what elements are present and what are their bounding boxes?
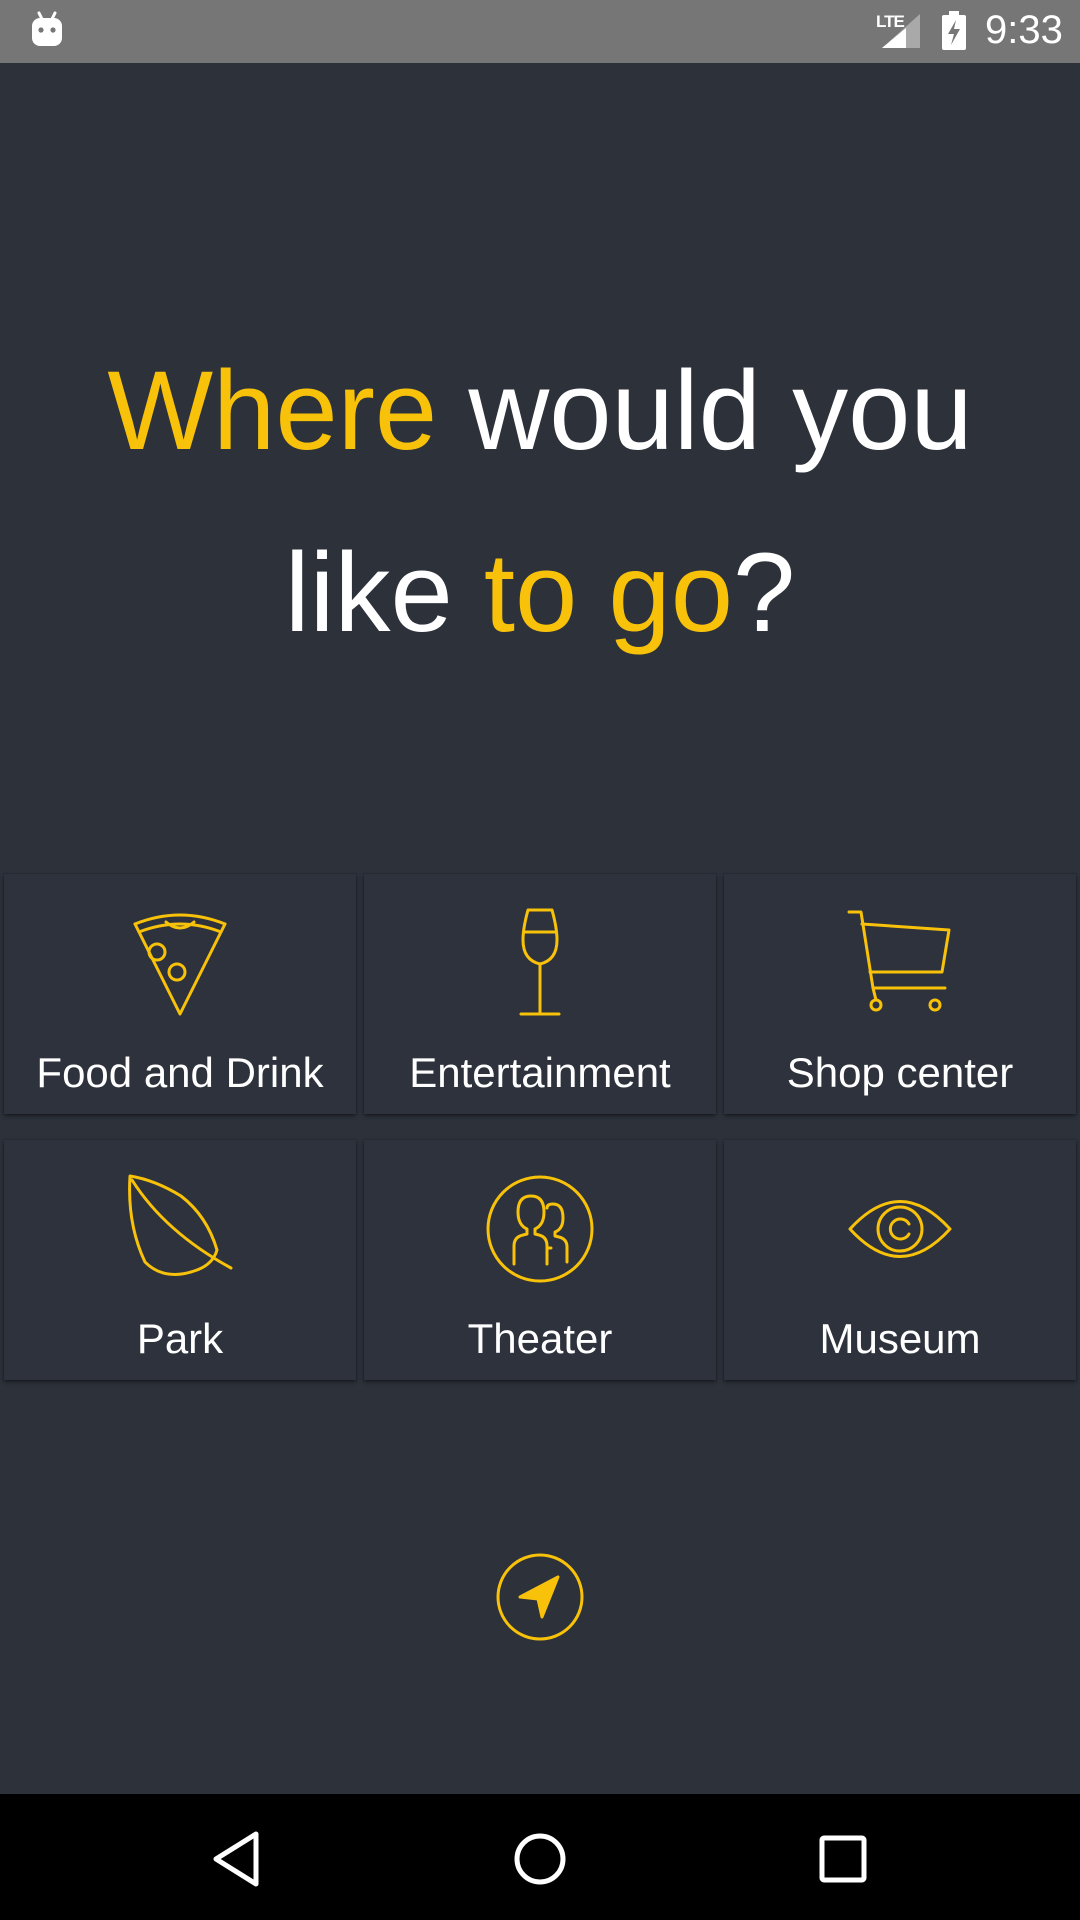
category-tile-park[interactable]: Park xyxy=(4,1140,356,1380)
navigation-arrow-icon xyxy=(496,1553,584,1641)
category-label: Park xyxy=(136,1315,224,1362)
recents-icon[interactable] xyxy=(808,1824,878,1894)
locate-button[interactable] xyxy=(490,1547,590,1647)
category-tile-food-and-drink[interactable]: Food and Drink xyxy=(4,874,356,1114)
signal-icon xyxy=(882,14,920,48)
battery-charging-icon xyxy=(942,11,966,50)
people-icon xyxy=(486,1175,594,1283)
clock: 9:33 xyxy=(985,8,1063,52)
navigation-bar xyxy=(0,1794,1080,1920)
title-text: would you xyxy=(437,348,973,473)
wine-glass-icon xyxy=(519,908,561,1016)
category-tile-entertainment[interactable]: Entertainment xyxy=(364,874,716,1114)
title-accent-to-go: to go xyxy=(483,530,733,655)
title-line-2: like to go? xyxy=(0,502,1080,684)
title-text: like xyxy=(284,530,484,655)
back-icon[interactable] xyxy=(202,1824,272,1894)
category-tile-theater[interactable]: Theater xyxy=(364,1140,716,1380)
title-accent-where: Where xyxy=(107,348,438,473)
page-title: Where would you like to go? xyxy=(0,320,1080,684)
android-robot-icon xyxy=(32,11,62,46)
category-tile-museum[interactable]: Museum xyxy=(724,1140,1076,1380)
status-bar: LTE 9:33 xyxy=(0,0,1080,63)
category-label: Theater xyxy=(467,1315,613,1362)
category-label: Museum xyxy=(819,1315,981,1362)
shopping-cart-icon xyxy=(847,910,951,1012)
leaf-icon xyxy=(128,1174,233,1276)
category-tile-shop-center[interactable]: Shop center xyxy=(724,874,1076,1114)
pizza-icon xyxy=(133,913,227,1016)
category-label: Food and Drink xyxy=(36,1049,324,1096)
title-line-1: Where would you xyxy=(0,320,1080,502)
eye-icon xyxy=(848,1200,952,1258)
category-label: Shop center xyxy=(786,1049,1014,1096)
category-label: Entertainment xyxy=(409,1049,671,1096)
home-icon[interactable] xyxy=(505,1824,575,1894)
title-text: ? xyxy=(732,530,796,655)
